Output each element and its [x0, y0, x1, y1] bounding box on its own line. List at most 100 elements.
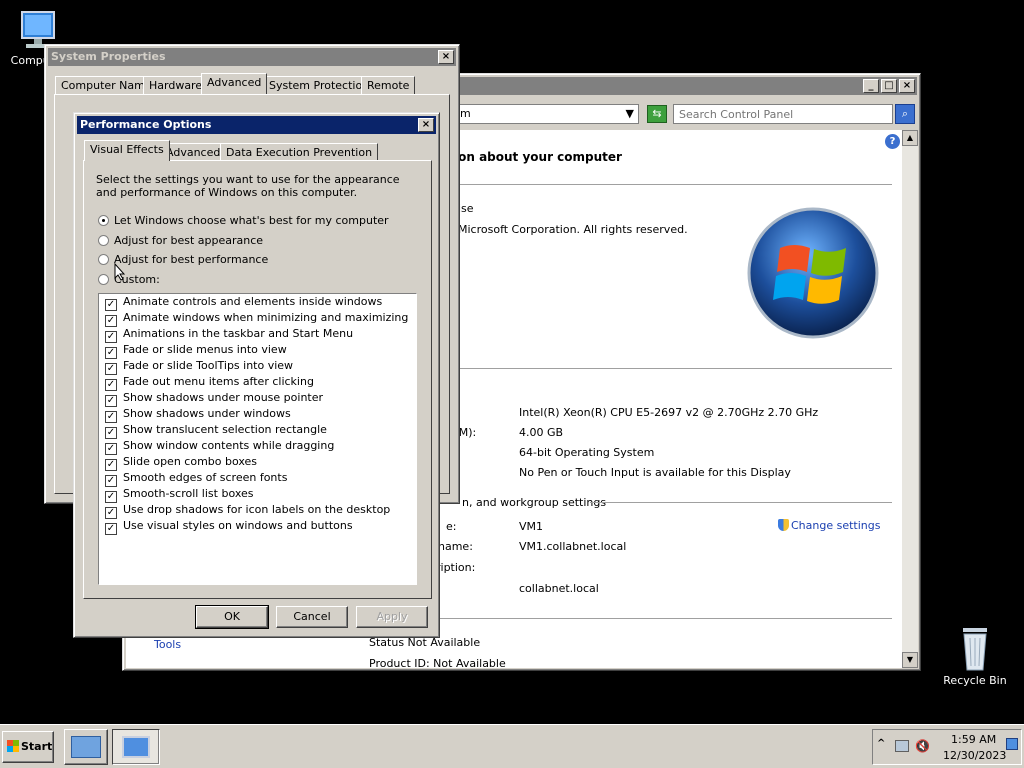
radio-button[interactable] [98, 254, 109, 265]
computer-name-label: e: [446, 520, 457, 533]
scroll-down-button[interactable]: ▼ [902, 652, 918, 668]
visual-effects-panel: Select the settings you want to use for … [83, 160, 432, 599]
change-settings-link[interactable]: Change settings [778, 519, 880, 532]
close-button[interactable]: × [438, 50, 454, 64]
effect-label: Show window contents while dragging [123, 439, 335, 452]
system-properties-titlebar: System Properties × [48, 48, 456, 66]
effect-item[interactable]: ✓ Use visual styles on windows and button… [105, 518, 353, 535]
start-label: Start [21, 740, 53, 753]
domain-value: collabnet.local [519, 582, 599, 595]
tab-advanced[interactable]: Advanced [201, 73, 268, 94]
effect-item[interactable]: ✓ Show translucent selection rectangle [105, 422, 327, 439]
refresh-button[interactable]: ⇆ [647, 105, 667, 123]
product-id: Product ID: Not Available [369, 657, 506, 670]
tools-link[interactable]: Tools [154, 638, 181, 651]
address-text: m [460, 107, 471, 120]
desktop-icon-recycle-bin-label: Recycle Bin [943, 674, 1007, 687]
performance-options-dialog: Performance Options × Visual Effects Adv… [73, 112, 440, 638]
windows-logo-icon [747, 207, 879, 339]
divider [434, 618, 892, 619]
divider [590, 502, 892, 503]
scroll-up-button[interactable]: ▲ [902, 130, 918, 146]
start-button[interactable]: Start [2, 731, 54, 763]
effect-label: Use visual styles on windows and buttons [123, 519, 353, 532]
checkbox[interactable]: ✓ [105, 523, 117, 535]
tab-hardware[interactable]: Hardware [143, 76, 209, 94]
description-text: Select the settings you want to use for … [96, 173, 400, 199]
effect-label: Fade out menu items after clicking [123, 375, 314, 388]
cancel-button[interactable]: Cancel [276, 606, 348, 628]
server-manager-icon [71, 736, 101, 758]
search-icon: ⌕ [901, 107, 909, 120]
network-icon[interactable] [895, 740, 909, 752]
divider [434, 368, 892, 369]
radio-best-appearance[interactable]: Adjust for best appearance [98, 233, 263, 249]
maximize-button[interactable]: □ [881, 79, 897, 93]
change-settings-label: Change settings [791, 519, 881, 532]
effect-item[interactable]: ✓ Animations in the taskbar and Start Men… [105, 326, 353, 343]
taskbar-system-properties[interactable] [112, 729, 160, 765]
name-section-header: n, and workgroup settings [462, 496, 607, 509]
refresh-icon: ⇆ [652, 107, 662, 120]
effect-item[interactable]: ✓ Use drop shadows for icon labels on the… [105, 502, 390, 519]
minimize-button[interactable]: _ [863, 79, 879, 93]
tab-advanced[interactable]: Advanced [160, 143, 227, 161]
radio-let-windows-choose[interactable]: Let Windows choose what's best for my co… [98, 213, 389, 229]
desktop-icon-recycle-bin[interactable]: Recycle Bin [940, 624, 1010, 687]
tab-system-protection[interactable]: System Protection [263, 76, 376, 94]
effects-listbox[interactable]: ✓ Animate controls and elements inside wi… [98, 293, 417, 585]
taskbar-server-manager[interactable] [64, 729, 108, 765]
full-name-label: name: [438, 540, 473, 553]
shield-icon [778, 519, 789, 531]
radio-button[interactable] [98, 274, 109, 285]
effect-item[interactable]: ✓ Smooth edges of screen fonts [105, 470, 287, 487]
clock-date[interactable]: 12/30/2023 [943, 749, 1006, 762]
effect-label: Animate windows when minimizing and maxi… [123, 311, 409, 324]
effect-label: Animate controls and elements inside win… [123, 295, 383, 308]
effect-label: Fade or slide menus into view [123, 343, 287, 356]
vertical-scrollbar[interactable]: ▲ ▼ [902, 130, 918, 668]
radio-button[interactable] [98, 235, 109, 246]
ram-value: 4.00 GB [519, 426, 564, 439]
tab-visual-effects[interactable]: Visual Effects [84, 140, 170, 161]
chevron-down-icon[interactable]: ▼ [626, 105, 634, 123]
performance-options-title: Performance Options [80, 118, 212, 131]
search-input[interactable] [673, 104, 893, 124]
effect-item[interactable]: ✓ Show window contents while dragging [105, 438, 335, 455]
address-bar[interactable]: m ▼ [455, 104, 639, 124]
help-icon[interactable]: ? [885, 134, 900, 149]
radio-button[interactable] [98, 215, 109, 226]
effect-label: Show shadows under windows [123, 407, 291, 420]
clock-time[interactable]: 1:59 AM [951, 733, 996, 746]
ok-button[interactable]: OK [195, 605, 269, 629]
show-hidden-icons-icon[interactable]: ^ [877, 738, 885, 749]
edition-text: ise [458, 202, 474, 215]
show-desktop-icon[interactable] [1006, 738, 1018, 750]
effect-item[interactable]: ✓ Fade or slide menus into view [105, 342, 287, 359]
effect-label: Smooth-scroll list boxes [123, 487, 254, 500]
divider [434, 184, 892, 185]
taskbar: Start ^ 🔇 1:59 AM 12/30/2023 [0, 724, 1024, 768]
effect-item[interactable]: ✓ Fade or slide ToolTips into view [105, 358, 293, 375]
tab-data-execution-prevention[interactable]: Data Execution Prevention [220, 143, 379, 161]
close-button[interactable]: × [899, 79, 915, 93]
close-button[interactable]: × [418, 118, 434, 132]
windows-flag-icon [7, 740, 19, 752]
mouse-cursor-icon [114, 263, 126, 281]
effect-item[interactable]: ✓ Smooth-scroll list boxes [105, 486, 254, 503]
effect-item[interactable]: ✓ Show shadows under windows [105, 406, 291, 423]
volume-muted-icon[interactable]: 🔇 [915, 739, 930, 753]
radio-custom[interactable]: Custom: [98, 272, 160, 288]
effect-item[interactable]: ✓ Fade out menu items after clicking [105, 374, 314, 391]
apply-button[interactable]: Apply [356, 606, 428, 628]
effect-item[interactable]: ✓ Animate windows when minimizing and max… [105, 310, 409, 327]
effect-item[interactable]: ✓ Animate controls and elements inside wi… [105, 294, 383, 311]
effect-item[interactable]: ✓ Show shadows under mouse pointer [105, 390, 323, 407]
page-heading: ion about your computer [454, 150, 622, 164]
effect-label: Show translucent selection rectangle [123, 423, 327, 436]
tab-remote[interactable]: Remote [361, 76, 416, 94]
effect-item[interactable]: ✓ Slide open combo boxes [105, 454, 257, 471]
full-name-value: VM1.collabnet.local [519, 540, 627, 553]
radio-label: Let Windows choose what's best for my co… [114, 214, 389, 227]
search-button[interactable]: ⌕ [895, 104, 915, 124]
